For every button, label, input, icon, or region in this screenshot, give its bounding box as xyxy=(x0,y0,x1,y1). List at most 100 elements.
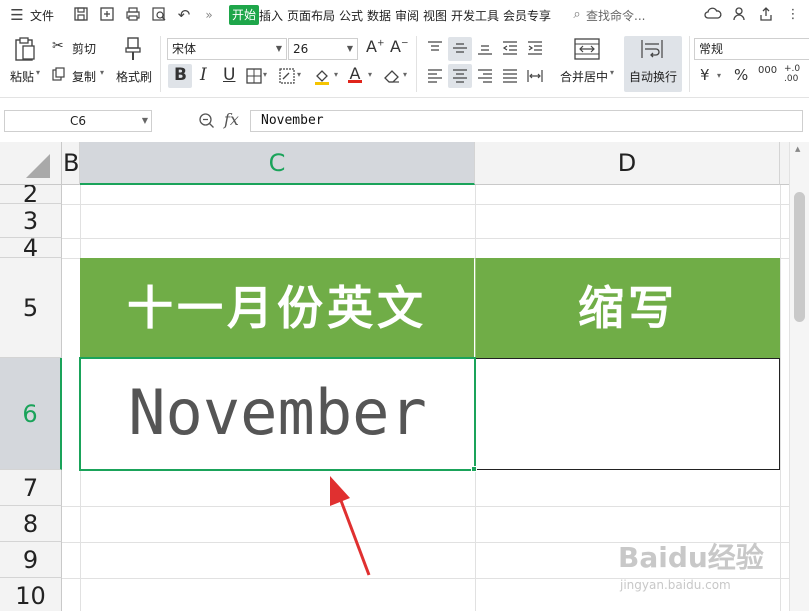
currency-button[interactable]: ¥ xyxy=(700,68,710,83)
decrease-font-icon[interactable]: A− xyxy=(390,39,409,55)
paste-dropdown-icon[interactable]: ▾ xyxy=(36,68,40,77)
select-all-corner[interactable] xyxy=(0,142,62,185)
font-color-dropdown-icon[interactable]: ▾ xyxy=(368,71,372,79)
increase-decimal-button[interactable]: +.0 xyxy=(784,64,800,74)
row-header-10[interactable]: 10 xyxy=(0,578,62,611)
decrease-decimal-button[interactable]: .00 xyxy=(784,74,798,84)
number-format-value: 常规 xyxy=(699,42,724,56)
row-header-7[interactable]: 7 xyxy=(0,470,62,506)
row-header-8[interactable]: 8 xyxy=(0,506,62,542)
italic-button[interactable]: I xyxy=(200,67,207,84)
row-header-6[interactable]: 6 xyxy=(0,358,62,470)
format-painter-button[interactable]: 格式刷 xyxy=(116,68,152,85)
column-header-d[interactable]: D xyxy=(475,142,780,185)
align-center-icon[interactable] xyxy=(452,69,468,85)
font-color-icon[interactable]: A xyxy=(348,66,362,83)
eraser-icon[interactable] xyxy=(383,68,401,86)
percent-button[interactable]: % xyxy=(734,68,748,83)
column-header-e[interactable] xyxy=(780,142,789,185)
zoom-formula-icon[interactable] xyxy=(198,112,216,133)
align-middle-icon[interactable] xyxy=(452,41,468,57)
align-bottom-icon[interactable] xyxy=(477,41,493,57)
tab-insert[interactable]: 插入 xyxy=(259,7,283,24)
search-icon[interactable]: ⌕ xyxy=(568,6,586,24)
decrease-indent-icon[interactable] xyxy=(502,41,518,57)
fill-color-dropdown-icon[interactable]: ▾ xyxy=(334,71,338,79)
borders-icon[interactable] xyxy=(246,68,262,86)
more-options-icon[interactable]: ⋮ xyxy=(784,6,802,24)
cell-d5[interactable]: 缩写 xyxy=(475,258,780,358)
font-size-select[interactable]: 26 ▼ xyxy=(288,38,358,60)
scroll-thumb[interactable] xyxy=(794,192,805,322)
borders-dropdown-icon[interactable]: ▾ xyxy=(263,71,267,79)
save-icon[interactable] xyxy=(72,6,90,24)
fx-icon[interactable]: fx xyxy=(224,110,239,129)
merge-center-icon xyxy=(574,38,600,62)
name-box[interactable]: C6 ▼ xyxy=(4,110,152,132)
align-right-icon[interactable] xyxy=(477,69,493,85)
increase-indent-icon[interactable] xyxy=(527,41,543,57)
scroll-up-arrow-icon[interactable]: ▲ xyxy=(795,145,800,153)
gridline xyxy=(62,506,789,507)
print-icon[interactable] xyxy=(124,6,142,24)
export-pdf-icon[interactable] xyxy=(98,6,116,24)
fill-handle[interactable] xyxy=(471,466,477,472)
row-header-5[interactable]: 5 xyxy=(0,258,62,358)
decimal-buttons[interactable]: +.0.00 xyxy=(784,64,808,84)
tab-start[interactable]: 开始 xyxy=(229,5,260,25)
eraser-dropdown-icon[interactable]: ▾ xyxy=(403,71,407,79)
cell-d6[interactable] xyxy=(475,358,780,470)
increase-font-icon[interactable]: A+ xyxy=(366,39,385,55)
distributed-align-icon[interactable] xyxy=(527,69,543,85)
font-name-select[interactable]: 宋体 ▼ xyxy=(167,38,287,60)
paste-icon[interactable] xyxy=(12,36,38,62)
tab-review[interactable]: 审阅 xyxy=(395,7,419,24)
thousands-button[interactable]: 000 xyxy=(758,66,777,76)
fill-color-icon[interactable] xyxy=(313,67,331,87)
underline-button[interactable]: U xyxy=(223,67,235,84)
tab-page-layout[interactable]: 页面布局 xyxy=(287,7,335,24)
share-icon[interactable] xyxy=(757,6,775,24)
command-search[interactable]: 查找命令... xyxy=(586,7,645,24)
more-chevron-icon[interactable]: » xyxy=(200,6,218,24)
align-top-icon[interactable] xyxy=(427,41,443,57)
vertical-scrollbar[interactable]: ▲ xyxy=(789,142,809,611)
tab-formulas[interactable]: 公式 xyxy=(339,7,363,24)
cut-button[interactable]: 剪切 xyxy=(72,40,96,57)
column-header-c[interactable]: C xyxy=(80,142,475,185)
align-left-icon[interactable] xyxy=(427,69,443,85)
undo-icon[interactable]: ↶ xyxy=(175,6,193,24)
tab-view[interactable]: 视图 xyxy=(423,7,447,24)
copy-dropdown-icon[interactable]: ▾ xyxy=(100,68,104,77)
user-collab-icon[interactable] xyxy=(731,6,749,24)
cell-c6[interactable]: November xyxy=(80,358,475,470)
row-header-3[interactable]: 3 xyxy=(0,204,62,238)
wrap-text-button[interactable]: 自动换行 xyxy=(629,68,677,85)
cell-style-icon[interactable] xyxy=(279,68,295,86)
number-format-select[interactable]: 常规 xyxy=(694,38,809,60)
row-header-4[interactable]: 4 xyxy=(0,238,62,258)
cloud-sync-icon[interactable] xyxy=(704,6,722,24)
row-header-9[interactable]: 9 xyxy=(0,542,62,578)
cell-style-dropdown-icon[interactable]: ▾ xyxy=(297,71,301,79)
cell-c5[interactable]: 十一月份英文 xyxy=(80,258,474,358)
merge-dropdown-icon[interactable]: ▾ xyxy=(610,68,614,77)
hamburger-menu-icon[interactable]: ☰ xyxy=(8,6,26,24)
column-header-b[interactable]: B xyxy=(62,142,80,185)
print-preview-icon[interactable] xyxy=(150,6,168,24)
copy-button[interactable]: 复制 xyxy=(72,68,96,85)
justify-icon[interactable] xyxy=(502,69,518,85)
tab-data[interactable]: 数据 xyxy=(367,7,391,24)
tab-member[interactable]: 会员专享 xyxy=(503,7,551,24)
gridline xyxy=(62,204,789,205)
currency-dropdown-icon[interactable]: ▾ xyxy=(717,72,721,80)
divider xyxy=(160,36,161,92)
menu-file[interactable]: 文件 xyxy=(30,7,54,24)
tab-developer[interactable]: 开发工具 xyxy=(451,7,499,24)
merge-center-button[interactable]: 合并居中 xyxy=(560,68,608,85)
paste-button[interactable]: 粘贴 xyxy=(10,68,34,85)
row-header-2[interactable]: 2 xyxy=(0,185,62,204)
formula-input[interactable]: November xyxy=(250,110,803,132)
chevron-down-icon: ▼ xyxy=(141,116,148,125)
bold-button[interactable]: B xyxy=(174,67,187,84)
